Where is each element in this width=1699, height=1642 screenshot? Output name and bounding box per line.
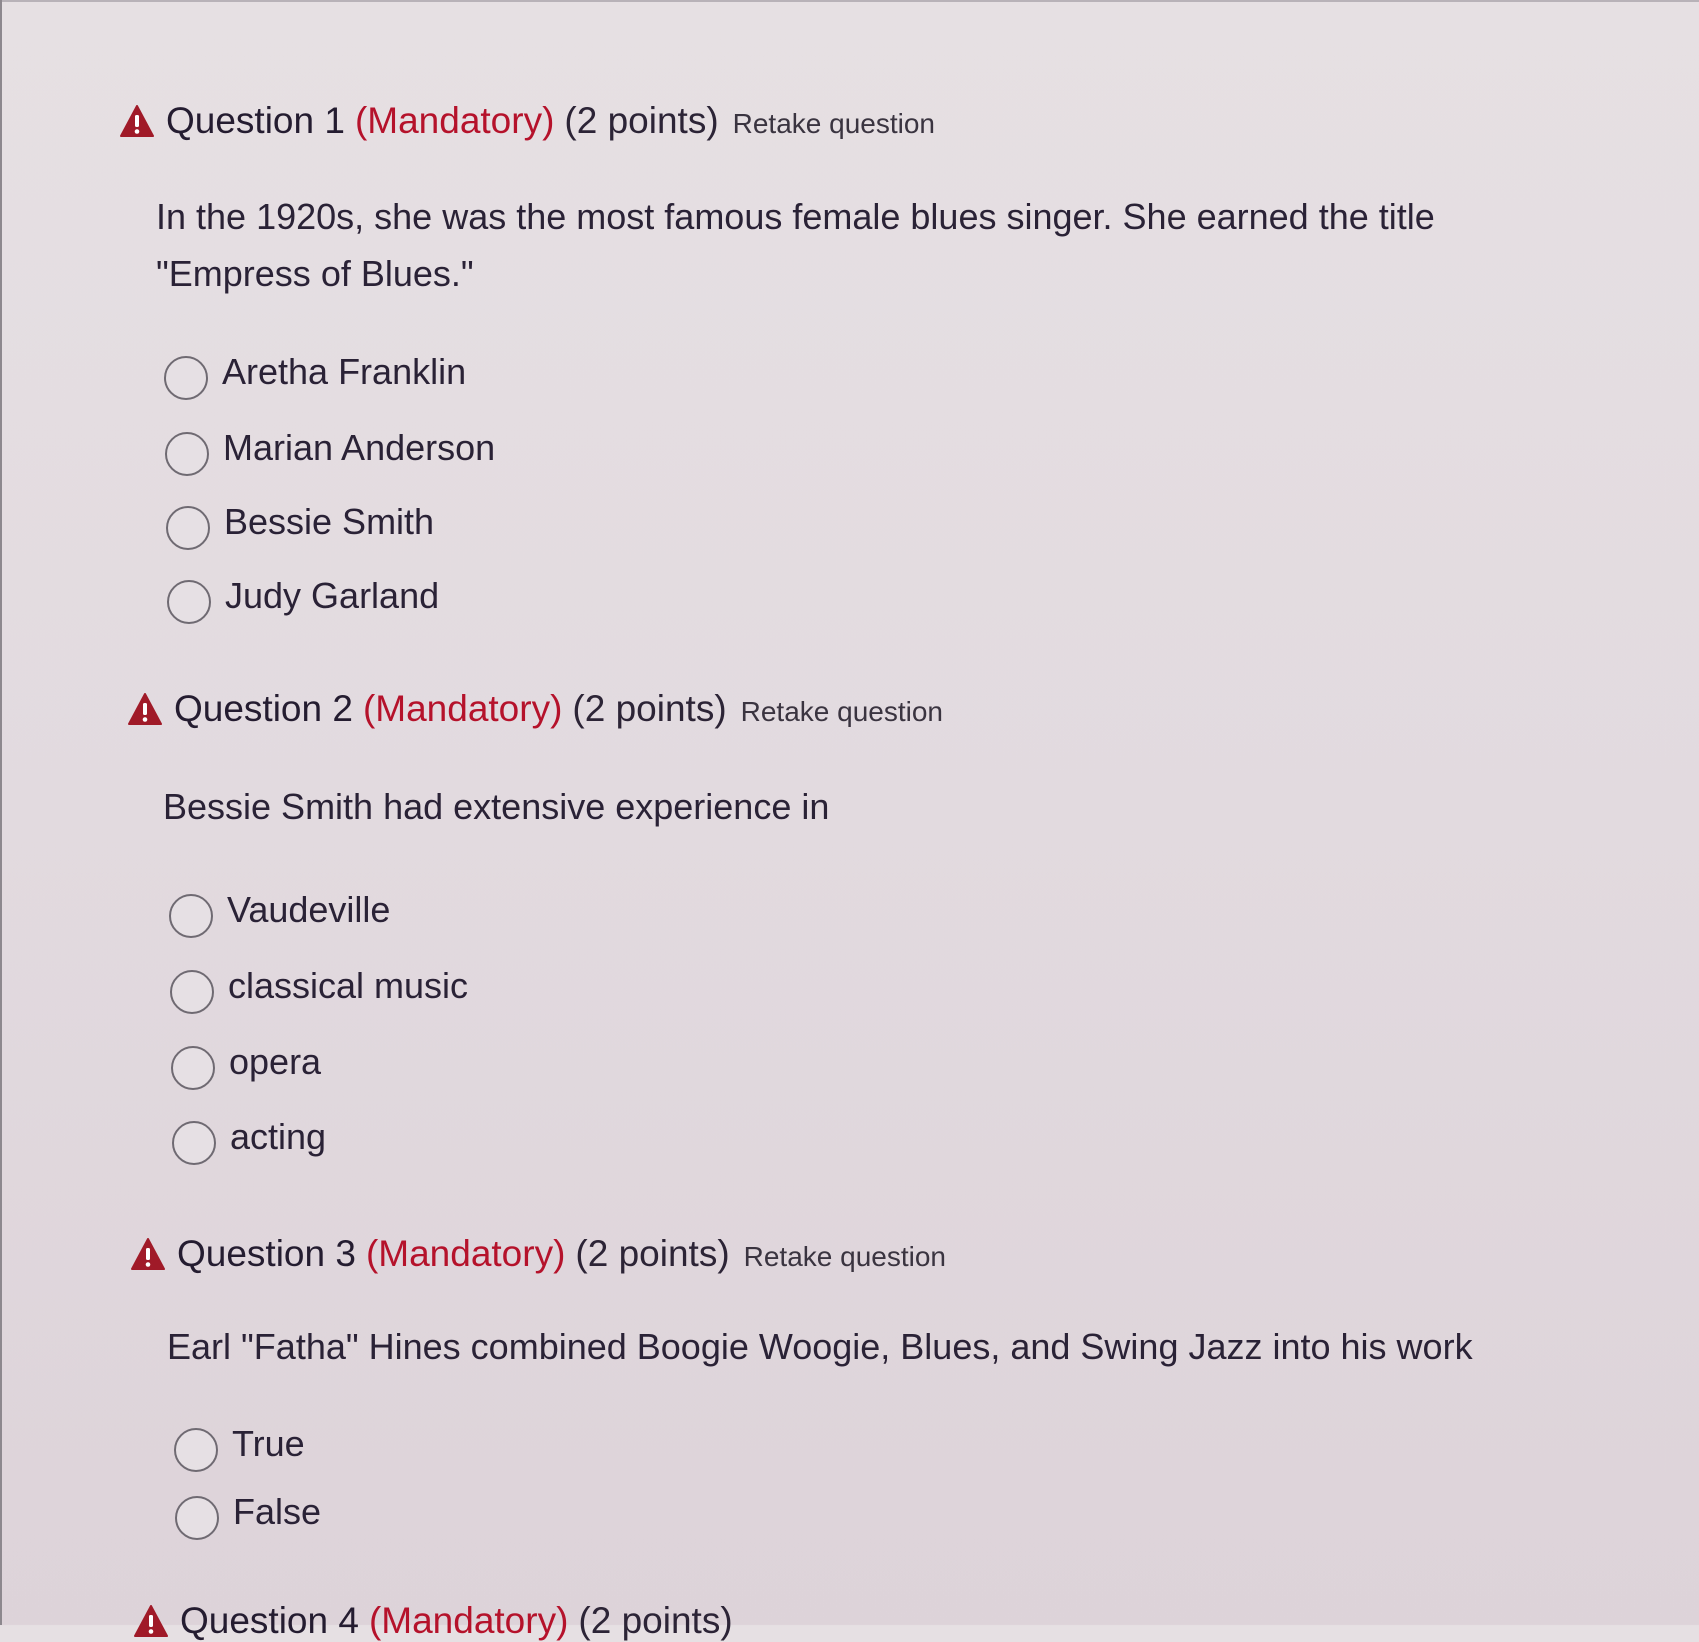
- option-marian-anderson[interactable]: Marian Anderson: [165, 427, 495, 476]
- radio-button[interactable]: [174, 1428, 218, 1472]
- option-label: Marian Anderson: [223, 427, 496, 468]
- option-vaudeville[interactable]: Vaudeville: [169, 889, 390, 938]
- option-label: False: [233, 1491, 322, 1532]
- option-label: True: [232, 1423, 305, 1464]
- option-label: opera: [229, 1041, 322, 1082]
- mandatory-label: (Mandatory): [362, 688, 563, 729]
- option-true[interactable]: True: [174, 1423, 305, 1472]
- option-label: Judy Garland: [225, 575, 440, 616]
- radio-button[interactable]: [165, 432, 209, 476]
- question-title: Question 3: [177, 1233, 356, 1274]
- option-label: Vaudeville: [227, 889, 391, 930]
- question-1-header: Question 1 (Mandatory) (2 points) Retake…: [120, 100, 935, 142]
- question-1-text: In the 1920s, she was the most famous fe…: [156, 196, 1435, 294]
- mandatory-label: (Mandatory): [365, 1233, 566, 1274]
- points-label: (2 points): [564, 100, 719, 141]
- question-title: Question 1: [166, 100, 345, 141]
- radio-button[interactable]: [169, 894, 213, 938]
- question-3-header: Question 3 (Mandatory) (2 points) Retake…: [131, 1233, 946, 1275]
- question-2-header: Question 2 (Mandatory) (2 points) Retake…: [128, 688, 943, 730]
- radio-button[interactable]: [170, 970, 214, 1014]
- question-title: Question 4: [180, 1600, 359, 1641]
- points-label: (2 points): [575, 1233, 730, 1274]
- left-edge: [0, 0, 2, 1625]
- mandatory-label: (Mandatory): [354, 100, 555, 141]
- warning-triangle-icon: [128, 693, 162, 725]
- option-label: classical music: [228, 965, 469, 1006]
- option-classical-music[interactable]: classical music: [170, 965, 468, 1014]
- question-4-header: Question 4 (Mandatory) (2 points): [134, 1600, 733, 1642]
- points-label: (2 points): [578, 1600, 733, 1641]
- option-acting[interactable]: acting: [172, 1116, 326, 1165]
- radio-button[interactable]: [171, 1046, 215, 1090]
- radio-button[interactable]: [175, 1496, 219, 1540]
- option-judy-garland[interactable]: Judy Garland: [167, 575, 439, 624]
- option-bessie-smith[interactable]: Bessie Smith: [166, 501, 434, 550]
- option-label: acting: [230, 1116, 327, 1157]
- radio-button[interactable]: [164, 356, 208, 400]
- option-false[interactable]: False: [175, 1491, 321, 1540]
- top-divider: [0, 0, 1699, 2]
- question-3-text: Earl "Fatha" Hines combined Boogie Woogi…: [167, 1326, 1473, 1367]
- warning-triangle-icon: [131, 1238, 165, 1270]
- option-opera[interactable]: opera: [171, 1041, 321, 1090]
- points-label: (2 points): [572, 688, 727, 729]
- retake-question-link[interactable]: Retake question: [741, 696, 943, 728]
- question-2-text: Bessie Smith had extensive experience in: [163, 786, 830, 827]
- retake-question-link[interactable]: Retake question: [744, 1241, 946, 1273]
- option-label: Aretha Franklin: [222, 351, 467, 392]
- warning-triangle-icon: [120, 105, 154, 137]
- question-title: Question 2: [174, 688, 353, 729]
- mandatory-label: (Mandatory): [368, 1600, 569, 1641]
- radio-button[interactable]: [172, 1121, 216, 1165]
- retake-question-link[interactable]: Retake question: [733, 108, 935, 140]
- option-label: Bessie Smith: [224, 501, 435, 542]
- warning-triangle-icon: [134, 1605, 168, 1637]
- radio-button[interactable]: [167, 580, 211, 624]
- radio-button[interactable]: [166, 506, 210, 550]
- option-aretha-franklin[interactable]: Aretha Franklin: [164, 351, 466, 400]
